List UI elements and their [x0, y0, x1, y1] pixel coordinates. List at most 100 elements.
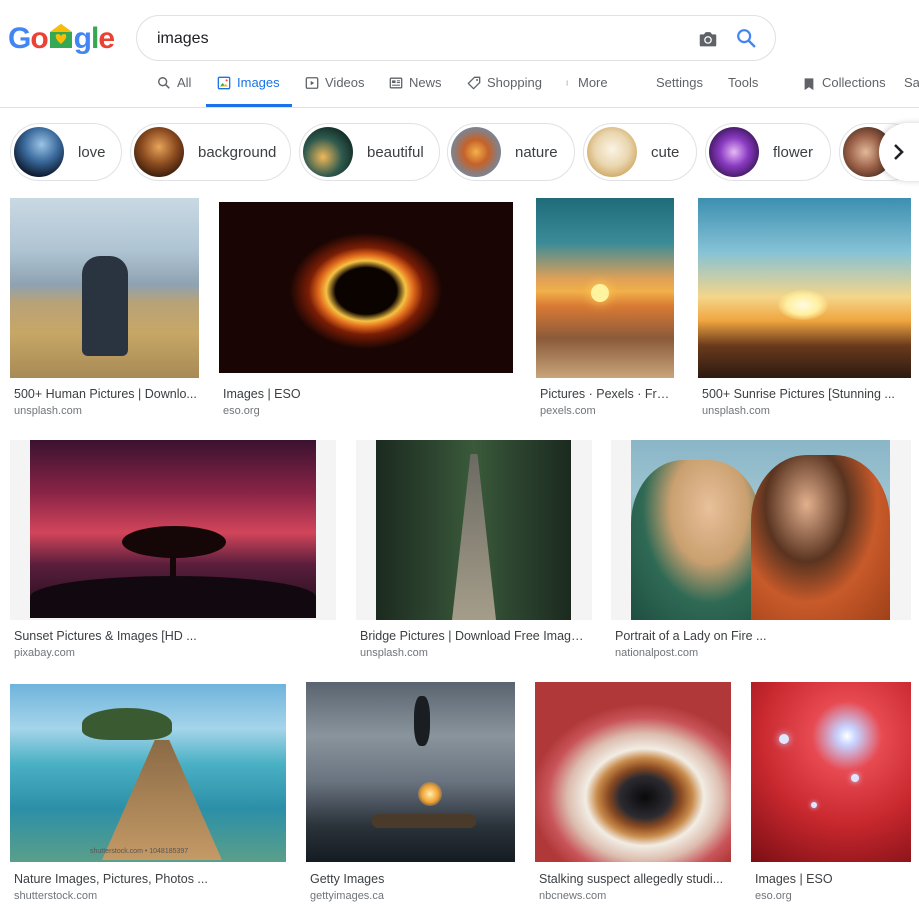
tab-images[interactable]: Images — [217, 75, 280, 107]
result-domain[interactable]: unsplash.com — [14, 405, 82, 417]
search-box[interactable] — [136, 15, 776, 61]
tab-settings[interactable]: Settings — [656, 75, 703, 107]
tab-videos[interactable]: Videos — [305, 75, 365, 107]
chip-thumbnail — [134, 127, 184, 177]
tab-shopping[interactable]: Shopping — [467, 75, 542, 107]
search-icon[interactable] — [735, 27, 757, 49]
result-title[interactable]: Getty Images — [310, 872, 516, 886]
chip-thumbnail — [451, 127, 501, 177]
result-domain[interactable]: shutterstock.com — [14, 890, 97, 902]
result-card[interactable]: Images | ESO eso.org — [751, 682, 912, 904]
result-image[interactable] — [698, 198, 911, 378]
result-title[interactable]: 500+ Sunrise Pictures [Stunning ... — [702, 387, 912, 401]
search-tabs: All Images Videos News Shopping More Set… — [0, 66, 919, 108]
logo-letter: e — [98, 22, 115, 55]
result-card[interactable]: Bridge Pictures | Download Free Image...… — [356, 440, 592, 664]
header: Go gle All Images — [0, 0, 919, 108]
active-tab-indicator — [206, 104, 292, 107]
result-title[interactable]: Pictures · Pexels · Free ... — [540, 387, 676, 401]
result-domain[interactable]: eso.org — [755, 890, 792, 902]
result-card[interactable]: Portrait of a Lady on Fire ... nationalp… — [611, 440, 911, 664]
tab-label: Tools — [728, 75, 759, 90]
tab-more[interactable]: More — [566, 75, 608, 107]
result-card[interactable]: 500+ Sunrise Pictures [Stunning ... unsp… — [698, 198, 912, 422]
result-image[interactable] — [219, 202, 513, 373]
result-title[interactable]: Nature Images, Pictures, Photos ... — [14, 872, 286, 886]
chip-nature[interactable]: nature — [447, 123, 575, 181]
chip-background[interactable]: background — [130, 123, 291, 181]
result-domain[interactable]: nationalpost.com — [615, 647, 698, 659]
camera-icon[interactable] — [697, 28, 719, 50]
bird-figure — [414, 696, 430, 746]
tree-trunk — [170, 552, 176, 578]
result-domain[interactable]: unsplash.com — [702, 405, 770, 417]
chip-flower[interactable]: flower — [705, 123, 831, 181]
result-title[interactable]: Bridge Pictures | Download Free Image... — [360, 629, 586, 643]
tab-collections[interactable]: Collections — [802, 75, 886, 107]
tab-label: Videos — [325, 75, 365, 90]
result-domain[interactable]: eso.org — [223, 405, 260, 417]
chevron-right-icon — [894, 144, 904, 160]
result-image[interactable] — [535, 682, 731, 862]
sun-glow — [591, 284, 609, 302]
result-domain[interactable]: gettyimages.ca — [310, 890, 384, 902]
island — [82, 708, 172, 740]
google-logo[interactable]: Go gle — [8, 20, 115, 56]
chip-thumbnail — [14, 127, 64, 177]
tab-label: Images — [237, 75, 280, 90]
result-card[interactable]: Getty Images gettyimages.ca — [306, 682, 516, 904]
result-card[interactable]: Stalking suspect allegedly studi... nbcn… — [535, 682, 733, 904]
logo-letter: o — [30, 22, 48, 55]
result-image[interactable] — [30, 440, 316, 618]
chip-beautiful[interactable]: beautiful — [299, 123, 440, 181]
result-card[interactable]: 500+ Human Pictures | Downlo... unsplash… — [10, 198, 200, 422]
result-image[interactable] — [306, 682, 515, 862]
result-card[interactable]: shutterstock.com • 1048185397 Nature Ima… — [10, 684, 288, 904]
result-domain[interactable]: pexels.com — [540, 405, 596, 417]
result-title[interactable]: Sunset Pictures & Images [HD ... — [14, 629, 334, 643]
tab-saved[interactable]: Sa — [904, 75, 919, 107]
chip-love[interactable]: love — [10, 123, 122, 181]
result-title[interactable]: 500+ Human Pictures | Downlo... — [14, 387, 200, 401]
tab-news[interactable]: News — [389, 75, 442, 107]
tab-label: Sa — [904, 75, 919, 90]
tab-label: Collections — [822, 75, 886, 90]
result-card[interactable]: Pictures · Pexels · Free ... pexels.com — [536, 198, 676, 422]
star — [851, 774, 859, 782]
person-figure — [82, 256, 128, 356]
result-title[interactable]: Portrait of a Lady on Fire ... — [615, 629, 907, 643]
tab-tools[interactable]: Tools — [728, 75, 758, 107]
result-title[interactable]: Stalking suspect allegedly studi... — [539, 872, 733, 886]
news-icon — [389, 77, 403, 89]
result-card[interactable]: Images | ESO eso.org — [219, 198, 515, 422]
chip-cute[interactable]: cute — [583, 123, 697, 181]
tab-label: All — [177, 75, 192, 90]
lantern-glow — [418, 782, 442, 806]
result-image[interactable] — [10, 198, 199, 378]
logo-letter: g — [73, 22, 92, 55]
result-image[interactable]: shutterstock.com • 1048185397 — [10, 684, 286, 862]
person-left — [631, 460, 761, 620]
sun-glow — [778, 290, 828, 320]
more-vert-icon — [566, 80, 568, 86]
logo-doodle-icon — [48, 22, 74, 50]
tab-all[interactable]: All — [157, 75, 191, 107]
result-image[interactable] — [751, 682, 911, 862]
result-domain[interactable]: nbcnews.com — [539, 890, 606, 902]
tab-label: More — [578, 75, 608, 90]
result-domain[interactable]: pixabay.com — [14, 647, 75, 659]
pier — [102, 740, 222, 860]
result-image[interactable] — [376, 440, 571, 620]
result-title[interactable]: Images | ESO — [755, 872, 913, 886]
logo-letter: l — [91, 22, 99, 55]
star — [779, 734, 789, 744]
bridge-deck — [452, 454, 496, 620]
result-domain[interactable]: unsplash.com — [360, 647, 428, 659]
result-title[interactable]: Images | ESO — [223, 387, 513, 401]
result-card[interactable]: Sunset Pictures & Images [HD ... pixabay… — [10, 440, 336, 664]
chip-thumbnail — [709, 127, 759, 177]
result-image[interactable] — [631, 440, 890, 620]
result-image[interactable] — [536, 198, 674, 378]
video-icon — [305, 77, 319, 89]
search-input[interactable] — [157, 29, 677, 49]
